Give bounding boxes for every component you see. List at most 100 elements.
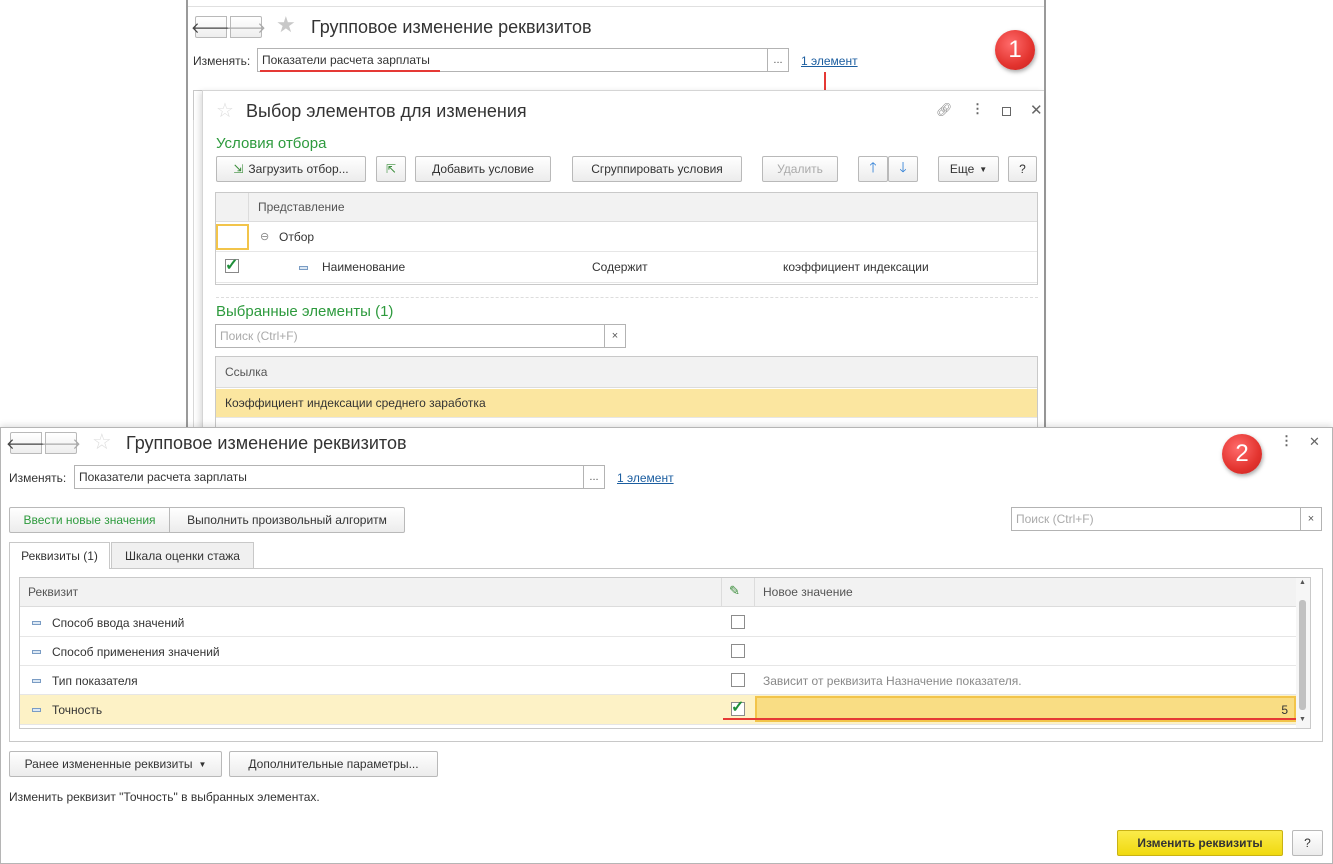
load-filter-button[interactable]: ⇲ Загрузить отбор...: [216, 156, 366, 182]
favorite-star-icon[interactable]: ★: [276, 12, 296, 38]
scroll-up-icon[interactable]: ▲: [1299, 579, 1306, 586]
col-sep: [754, 578, 755, 607]
clear-search-button[interactable]: ×: [1300, 507, 1322, 531]
forward-button[interactable]: 🡒: [41, 432, 81, 454]
conditions-heading: Условия отбора: [216, 135, 327, 152]
status-text: Изменить реквизит "Точность" в выбранных…: [9, 790, 320, 804]
move-up-button[interactable]: 🡑: [858, 156, 888, 182]
attribute-name: Точность: [52, 703, 103, 717]
divider: [188, 6, 1044, 7]
condition-value: коэффициент индексации: [783, 260, 929, 274]
new-value: 5: [1281, 703, 1288, 717]
col-link: Ссылка: [225, 365, 268, 379]
selected-search-input[interactable]: Поиск (Ctrl+F): [215, 324, 605, 348]
scroll-thumb[interactable]: [1299, 600, 1306, 710]
filter-condition-row[interactable]: ✓ Наименование Содержит коэффициент инде…: [216, 253, 1037, 283]
extra-params-button[interactable]: Дополнительные параметры...: [229, 751, 438, 777]
search-input[interactable]: Поиск (Ctrl+F): [1011, 507, 1301, 531]
dashed-separator: [216, 297, 1038, 298]
dialog-title: Выбор элементов для изменения: [246, 101, 527, 121]
group-conditions-button[interactable]: Сгруппировать условия: [572, 156, 742, 182]
filter-group-label: Отбор: [279, 230, 315, 244]
col-attribute: Реквизит: [28, 585, 79, 599]
back-button[interactable]: 🡐: [6, 432, 46, 454]
attribute-name: Способ ввода значений: [52, 616, 185, 630]
table-row-selected[interactable]: Точность ✓ 5: [20, 695, 1296, 725]
change-object-value: Показатели расчета зарплаты: [262, 53, 430, 67]
field-icon: [32, 621, 41, 625]
underline-annotation: [260, 70, 440, 72]
change-checkbox[interactable]: [731, 615, 745, 629]
change-label: Изменять:: [9, 471, 67, 485]
apply-button[interactable]: Изменить реквизиты: [1117, 830, 1283, 856]
new-value[interactable]: Зависит от реквизита Назначение показате…: [763, 674, 1022, 688]
clear-search-button[interactable]: ×: [604, 324, 626, 348]
close-icon[interactable]: ✕: [1030, 101, 1043, 119]
favorite-star-icon[interactable]: ☆: [216, 98, 234, 123]
elements-link[interactable]: 1 элемент: [801, 54, 858, 68]
filter-table-header: Представление: [216, 193, 1037, 222]
checkmark-icon: ✓: [731, 699, 745, 716]
table-row[interactable]: Тип показателя Зависит от реквизита Назн…: [20, 666, 1296, 695]
delete-button[interactable]: Удалить: [762, 156, 838, 182]
window-title: Групповое изменение реквизитов: [311, 17, 592, 37]
arrow-right-icon: 🡒: [225, 19, 267, 37]
header-check-col: [216, 193, 249, 221]
active-cell[interactable]: [216, 224, 249, 250]
step-badge-2: 2: [1222, 434, 1262, 474]
selected-table-header: Ссылка: [216, 357, 1037, 388]
scroll-down-icon[interactable]: ▼: [1299, 716, 1306, 723]
tab-attributes[interactable]: Реквизиты (1): [9, 542, 110, 569]
forward-button[interactable]: 🡒: [226, 16, 266, 38]
window-title: Групповое изменение реквизитов: [126, 433, 407, 453]
chevron-down-icon: ▼: [979, 164, 988, 174]
choose-object-button[interactable]: ...: [583, 465, 605, 489]
field-icon: [32, 679, 41, 683]
elements-link[interactable]: 1 элемент: [617, 471, 674, 485]
save-filter-icon: ⇱: [385, 162, 397, 176]
field-icon: [32, 650, 41, 654]
help-button[interactable]: ?: [1008, 156, 1037, 182]
selected-row[interactable]: Коэффициент индексации среднего заработк…: [216, 389, 1037, 418]
close-icon[interactable]: ✕: [1309, 434, 1320, 450]
link-icon[interactable]: 🔗︎: [936, 102, 953, 118]
attributes-table-header: Реквизит ✎ Новое значение: [20, 578, 1296, 607]
attribute-name: Тип показателя: [52, 674, 138, 688]
load-filter-icon: ⇲: [233, 162, 244, 176]
chevron-down-icon: ▼: [198, 759, 207, 769]
save-filter-button[interactable]: ⇱: [376, 156, 406, 182]
back-button[interactable]: 🡐: [191, 16, 231, 38]
arrow-up-icon: 🡑: [869, 159, 877, 175]
attribute-name: Способ применения значений: [52, 645, 220, 659]
more-vertical-icon[interactable]: ⋮: [1280, 433, 1293, 449]
field-icon: [32, 708, 41, 712]
col-new-value: Новое значение: [763, 585, 853, 599]
choose-object-button[interactable]: ...: [767, 48, 789, 72]
col-representation: Представление: [258, 200, 345, 214]
favorite-star-icon[interactable]: ☆: [92, 429, 112, 455]
scrollbar[interactable]: ▲ ▼: [1296, 578, 1310, 728]
more-vertical-icon[interactable]: ⋮: [971, 101, 984, 117]
help-button[interactable]: ?: [1292, 830, 1323, 856]
prev-changed-button[interactable]: Ранее измененные реквизиты ▼: [9, 751, 222, 777]
arrow-right-icon: 🡒: [40, 435, 82, 453]
run-algorithm-button[interactable]: Выполнить произвольный алгоритм: [169, 507, 405, 533]
maximize-icon[interactable]: [1002, 107, 1011, 116]
filter-group-row[interactable]: ⊖ Отбор: [216, 223, 1037, 252]
change-checkbox[interactable]: [731, 673, 745, 687]
enter-new-values-button[interactable]: Ввести новые значения: [9, 507, 170, 533]
table-row[interactable]: Способ ввода значений: [20, 608, 1296, 637]
table-row[interactable]: Способ применения значений: [20, 637, 1296, 666]
change-object-field[interactable]: Показатели расчета зарплаты: [257, 48, 768, 72]
arrow-down-icon: 🡓: [899, 159, 907, 175]
add-condition-button[interactable]: Добавить условие: [415, 156, 551, 182]
more-button[interactable]: Еще ▼: [938, 156, 999, 182]
move-down-button[interactable]: 🡓: [888, 156, 918, 182]
collapse-icon[interactable]: ⊖: [260, 230, 269, 243]
tab-experience-scale[interactable]: Шкала оценки стажа: [111, 542, 254, 568]
step-badge-1: 1: [995, 30, 1035, 70]
change-object-field[interactable]: Показатели расчета зарплаты: [74, 465, 584, 489]
change-checkbox[interactable]: [731, 644, 745, 658]
underline-annotation: [723, 718, 1306, 720]
col-sep: [721, 578, 722, 607]
